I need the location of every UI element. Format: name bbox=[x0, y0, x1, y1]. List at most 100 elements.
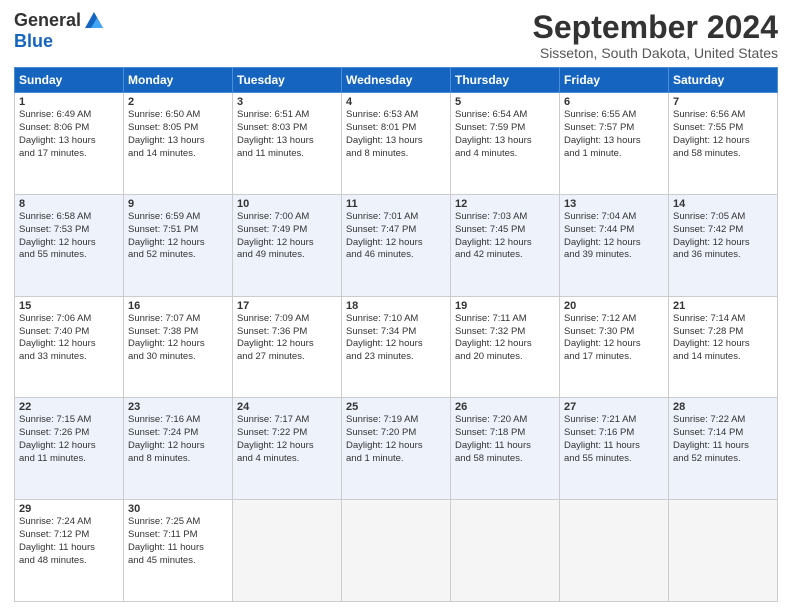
title-block: September 2024 Sisseton, South Dakota, U… bbox=[533, 10, 778, 61]
day-number: 5 bbox=[455, 96, 555, 108]
cell-line: Daylight: 13 hours bbox=[19, 135, 119, 148]
cell-line: and 14 minutes. bbox=[128, 148, 228, 161]
cell-line: Daylight: 12 hours bbox=[237, 440, 337, 453]
cell-line: Sunrise: 7:12 AM bbox=[564, 313, 664, 326]
cell-line: and 1 minute. bbox=[346, 453, 446, 466]
cell-line: Daylight: 12 hours bbox=[564, 237, 664, 250]
cell-line: Sunrise: 6:54 AM bbox=[455, 109, 555, 122]
cell-line: Daylight: 12 hours bbox=[19, 338, 119, 351]
cell-line: Sunrise: 7:16 AM bbox=[128, 414, 228, 427]
cell-line: Daylight: 12 hours bbox=[564, 338, 664, 351]
cell-content: Sunrise: 7:14 AMSunset: 7:28 PMDaylight:… bbox=[673, 313, 773, 364]
cell-line: and 4 minutes. bbox=[237, 453, 337, 466]
weekday-header-thursday: Thursday bbox=[451, 68, 560, 93]
cell-content: Sunrise: 6:56 AMSunset: 7:55 PMDaylight:… bbox=[673, 109, 773, 160]
cell-line: and 14 minutes. bbox=[673, 351, 773, 364]
cell-line: Daylight: 12 hours bbox=[455, 237, 555, 250]
cell-line: and 58 minutes. bbox=[673, 148, 773, 161]
cell-line: Daylight: 12 hours bbox=[128, 237, 228, 250]
cell-line: and 42 minutes. bbox=[455, 249, 555, 262]
day-number: 27 bbox=[564, 401, 664, 413]
cell-line: Sunrise: 6:51 AM bbox=[237, 109, 337, 122]
cell-line: Sunset: 7:42 PM bbox=[673, 224, 773, 237]
calendar-cell: 16Sunrise: 7:07 AMSunset: 7:38 PMDayligh… bbox=[124, 296, 233, 398]
cell-line: Sunrise: 6:58 AM bbox=[19, 211, 119, 224]
calendar-week-2: 8Sunrise: 6:58 AMSunset: 7:53 PMDaylight… bbox=[15, 194, 778, 296]
calendar-cell bbox=[233, 500, 342, 602]
calendar-cell: 22Sunrise: 7:15 AMSunset: 7:26 PMDayligh… bbox=[15, 398, 124, 500]
cell-line: Sunset: 7:59 PM bbox=[455, 122, 555, 135]
weekday-header-row: SundayMondayTuesdayWednesdayThursdayFrid… bbox=[15, 68, 778, 93]
calendar-cell: 11Sunrise: 7:01 AMSunset: 7:47 PMDayligh… bbox=[342, 194, 451, 296]
cell-line: and 17 minutes. bbox=[19, 148, 119, 161]
day-number: 13 bbox=[564, 198, 664, 210]
cell-line: Daylight: 12 hours bbox=[237, 338, 337, 351]
cell-content: Sunrise: 7:04 AMSunset: 7:44 PMDaylight:… bbox=[564, 211, 664, 262]
cell-line: Sunrise: 7:03 AM bbox=[455, 211, 555, 224]
cell-line: Daylight: 11 hours bbox=[19, 542, 119, 555]
cell-line: Daylight: 13 hours bbox=[128, 135, 228, 148]
cell-line: Sunrise: 7:11 AM bbox=[455, 313, 555, 326]
cell-line: Sunset: 7:45 PM bbox=[455, 224, 555, 237]
cell-line: Daylight: 12 hours bbox=[673, 338, 773, 351]
day-number: 25 bbox=[346, 401, 446, 413]
cell-line: and 49 minutes. bbox=[237, 249, 337, 262]
calendar-cell bbox=[342, 500, 451, 602]
cell-content: Sunrise: 7:00 AMSunset: 7:49 PMDaylight:… bbox=[237, 211, 337, 262]
cell-content: Sunrise: 7:07 AMSunset: 7:38 PMDaylight:… bbox=[128, 313, 228, 364]
cell-line: Sunset: 7:14 PM bbox=[673, 427, 773, 440]
cell-content: Sunrise: 7:11 AMSunset: 7:32 PMDaylight:… bbox=[455, 313, 555, 364]
day-number: 24 bbox=[237, 401, 337, 413]
calendar-cell: 15Sunrise: 7:06 AMSunset: 7:40 PMDayligh… bbox=[15, 296, 124, 398]
logo-blue-text: Blue bbox=[14, 31, 53, 51]
cell-line: Sunset: 7:49 PM bbox=[237, 224, 337, 237]
cell-line: Daylight: 12 hours bbox=[128, 338, 228, 351]
cell-line: and 4 minutes. bbox=[455, 148, 555, 161]
day-number: 28 bbox=[673, 401, 773, 413]
calendar-cell: 21Sunrise: 7:14 AMSunset: 7:28 PMDayligh… bbox=[669, 296, 778, 398]
cell-line: and 52 minutes. bbox=[673, 453, 773, 466]
cell-line: Sunrise: 7:05 AM bbox=[673, 211, 773, 224]
cell-line: Daylight: 11 hours bbox=[673, 440, 773, 453]
calendar-cell: 18Sunrise: 7:10 AMSunset: 7:34 PMDayligh… bbox=[342, 296, 451, 398]
cell-content: Sunrise: 6:59 AMSunset: 7:51 PMDaylight:… bbox=[128, 211, 228, 262]
cell-line: Sunset: 8:01 PM bbox=[346, 122, 446, 135]
calendar-cell: 9Sunrise: 6:59 AMSunset: 7:51 PMDaylight… bbox=[124, 194, 233, 296]
calendar-cell: 27Sunrise: 7:21 AMSunset: 7:16 PMDayligh… bbox=[560, 398, 669, 500]
cell-line: Daylight: 12 hours bbox=[673, 135, 773, 148]
day-number: 16 bbox=[128, 300, 228, 312]
calendar-cell: 13Sunrise: 7:04 AMSunset: 7:44 PMDayligh… bbox=[560, 194, 669, 296]
calendar-cell: 23Sunrise: 7:16 AMSunset: 7:24 PMDayligh… bbox=[124, 398, 233, 500]
location: Sisseton, South Dakota, United States bbox=[533, 45, 778, 61]
cell-line: Sunset: 7:44 PM bbox=[564, 224, 664, 237]
cell-line: Sunset: 7:55 PM bbox=[673, 122, 773, 135]
cell-content: Sunrise: 7:05 AMSunset: 7:42 PMDaylight:… bbox=[673, 211, 773, 262]
cell-line: Daylight: 12 hours bbox=[19, 440, 119, 453]
calendar-cell: 12Sunrise: 7:03 AMSunset: 7:45 PMDayligh… bbox=[451, 194, 560, 296]
cell-line: Sunrise: 6:50 AM bbox=[128, 109, 228, 122]
cell-line: Sunset: 8:06 PM bbox=[19, 122, 119, 135]
cell-line: Daylight: 12 hours bbox=[346, 237, 446, 250]
cell-line: Sunrise: 6:53 AM bbox=[346, 109, 446, 122]
calendar-week-1: 1Sunrise: 6:49 AMSunset: 8:06 PMDaylight… bbox=[15, 93, 778, 195]
cell-content: Sunrise: 7:21 AMSunset: 7:16 PMDaylight:… bbox=[564, 414, 664, 465]
cell-content: Sunrise: 7:03 AMSunset: 7:45 PMDaylight:… bbox=[455, 211, 555, 262]
day-number: 4 bbox=[346, 96, 446, 108]
cell-line: Sunset: 7:11 PM bbox=[128, 529, 228, 542]
cell-line: Sunset: 7:24 PM bbox=[128, 427, 228, 440]
cell-content: Sunrise: 7:16 AMSunset: 7:24 PMDaylight:… bbox=[128, 414, 228, 465]
day-number: 10 bbox=[237, 198, 337, 210]
calendar-cell: 2Sunrise: 6:50 AMSunset: 8:05 PMDaylight… bbox=[124, 93, 233, 195]
cell-content: Sunrise: 7:09 AMSunset: 7:36 PMDaylight:… bbox=[237, 313, 337, 364]
day-number: 22 bbox=[19, 401, 119, 413]
cell-line: Daylight: 11 hours bbox=[564, 440, 664, 453]
cell-content: Sunrise: 7:20 AMSunset: 7:18 PMDaylight:… bbox=[455, 414, 555, 465]
cell-line: Sunrise: 6:59 AM bbox=[128, 211, 228, 224]
cell-line: Sunset: 7:53 PM bbox=[19, 224, 119, 237]
cell-content: Sunrise: 6:58 AMSunset: 7:53 PMDaylight:… bbox=[19, 211, 119, 262]
cell-content: Sunrise: 6:51 AMSunset: 8:03 PMDaylight:… bbox=[237, 109, 337, 160]
logo: General Blue bbox=[14, 10, 105, 52]
cell-content: Sunrise: 7:10 AMSunset: 7:34 PMDaylight:… bbox=[346, 313, 446, 364]
calendar-cell: 30Sunrise: 7:25 AMSunset: 7:11 PMDayligh… bbox=[124, 500, 233, 602]
cell-line: Sunrise: 7:04 AM bbox=[564, 211, 664, 224]
